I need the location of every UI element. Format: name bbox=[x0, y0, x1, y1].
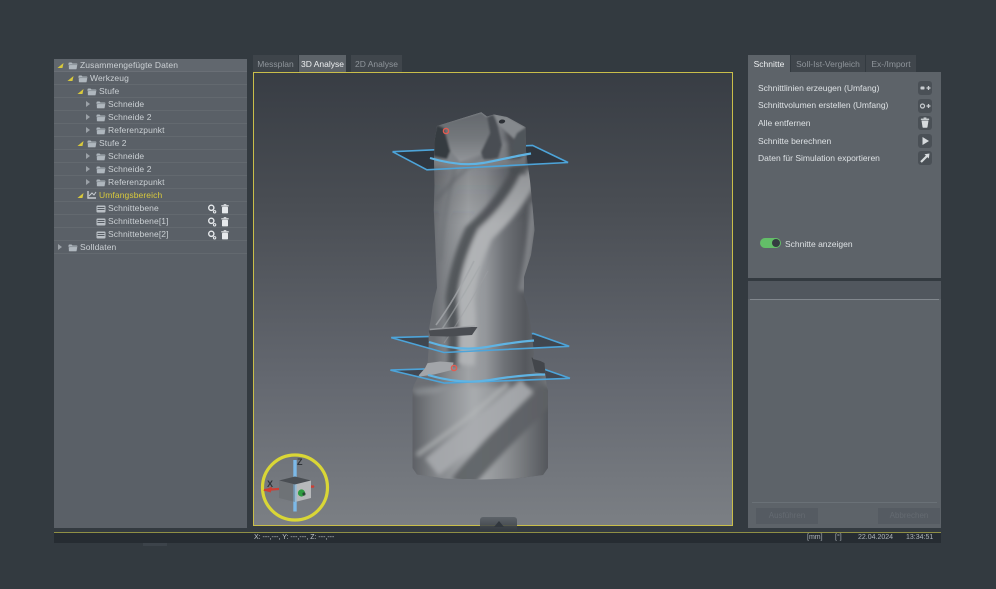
svg-text:X: X bbox=[267, 479, 273, 489]
svg-text:Z: Z bbox=[297, 457, 303, 467]
